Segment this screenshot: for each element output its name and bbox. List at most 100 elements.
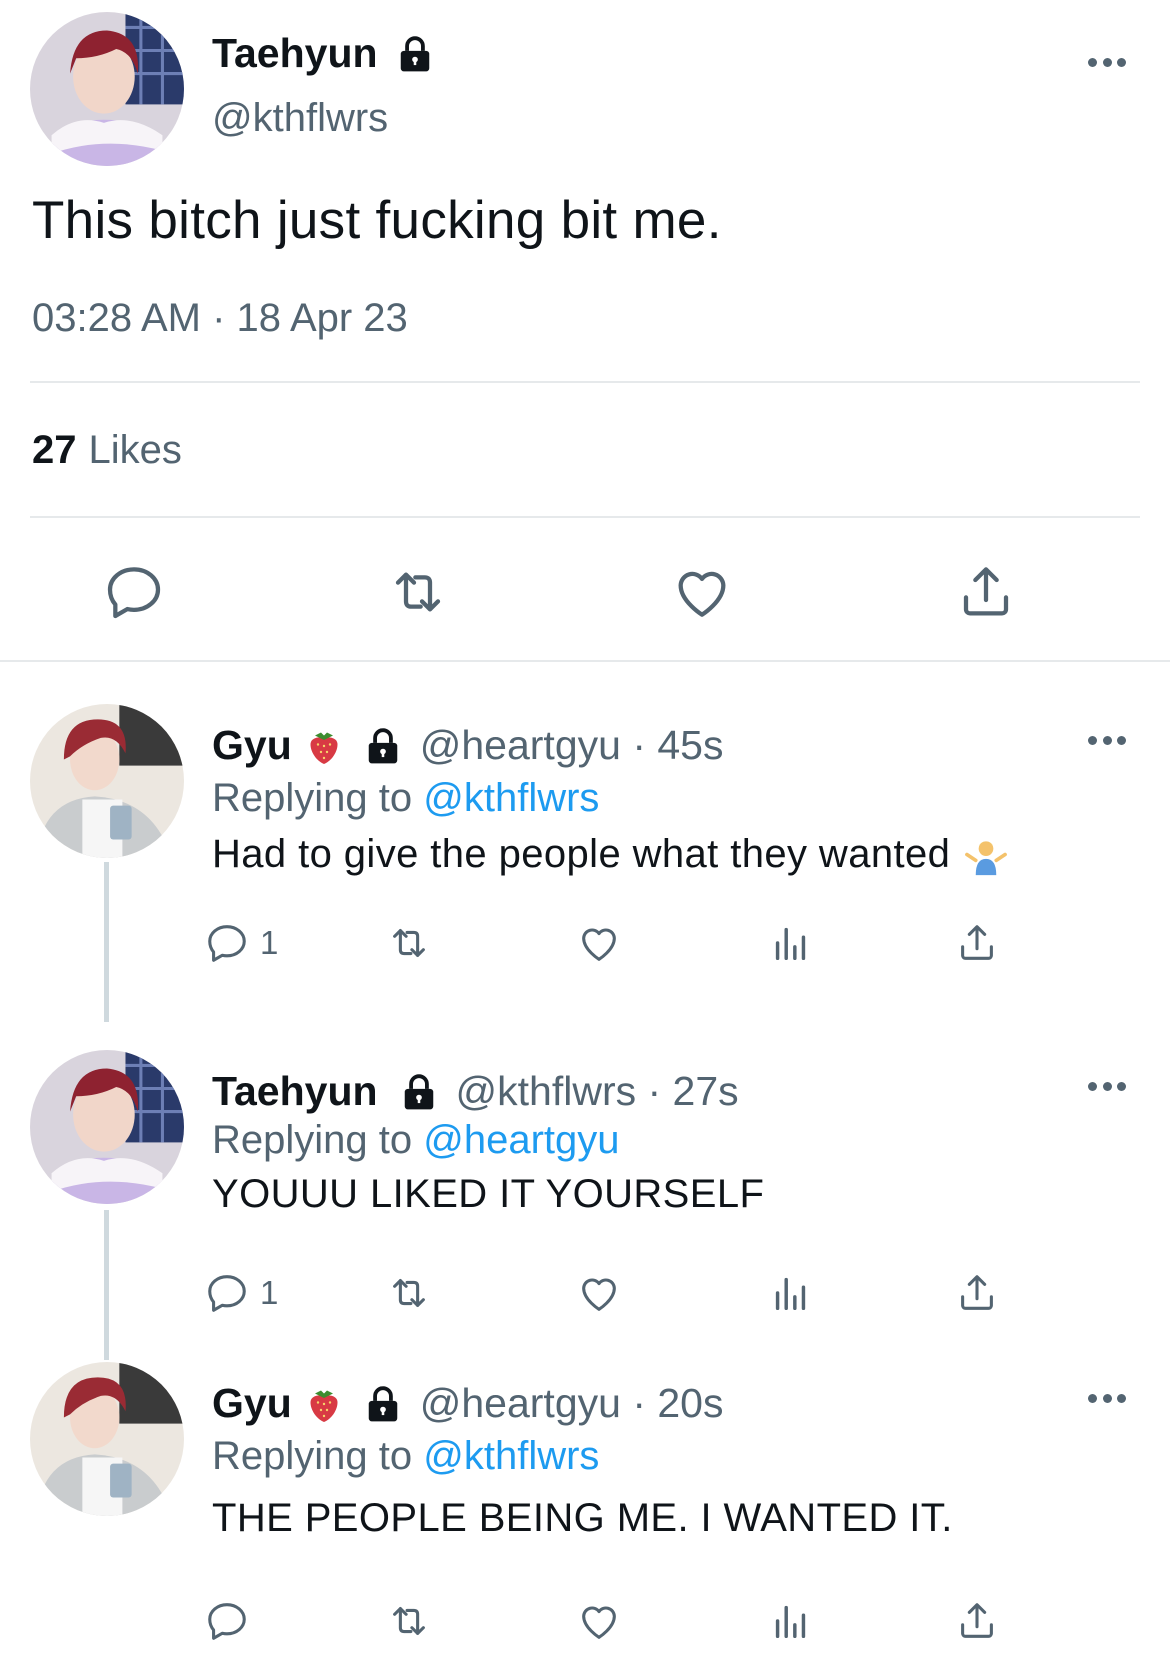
retweet-icon: [393, 929, 425, 957]
share-button[interactable]: [954, 1596, 1000, 1646]
lock-icon: [364, 1385, 402, 1423]
reply-icon: [208, 1275, 246, 1312]
share-icon: [961, 1603, 993, 1638]
mention-link[interactable]: @heartgyu: [423, 1118, 619, 1162]
reply-header: Gyu @heartgyu · 45s: [212, 722, 723, 769]
reply-header: Gyu @heartgyu · 20s: [212, 1380, 723, 1427]
lock-icon: [400, 1073, 438, 1111]
share-button[interactable]: [954, 1268, 1000, 1318]
author-name-row: Taehyun: [212, 30, 434, 77]
analytics-button[interactable]: [768, 918, 814, 968]
strawberry-icon: [306, 1384, 342, 1424]
share-button[interactable]: [954, 918, 1000, 968]
avatar-photo: [30, 704, 184, 858]
author-name[interactable]: Gyu: [212, 722, 292, 769]
reply-count: 1: [260, 1274, 279, 1311]
reply-count: 1: [260, 924, 279, 961]
more-options-icon[interactable]: [1088, 1080, 1126, 1092]
analytics-icon: [775, 1605, 806, 1639]
reply-text-row: Had to give the people what they wanted: [212, 832, 1008, 877]
reply-icon: [208, 1603, 246, 1640]
avatar-photo: [30, 1362, 184, 1516]
author-handle-time[interactable]: @kthflwrs · 27s: [456, 1068, 739, 1115]
replying-to: Replying to @kthflwrs: [212, 1434, 599, 1479]
strawberry-icon: [306, 726, 342, 766]
avatar[interactable]: [30, 704, 184, 858]
author-handle[interactable]: @kthflwrs: [212, 96, 388, 141]
like-button[interactable]: [576, 1268, 622, 1318]
author-name[interactable]: Taehyun: [212, 1068, 378, 1115]
reply-tweet[interactable]: Gyu @heartgyu · 45s Replying to @kthflwr…: [0, 704, 1170, 994]
divider: [30, 516, 1140, 518]
replying-to-prefix: Replying to: [212, 1118, 424, 1162]
likes-label: Likes: [88, 428, 182, 472]
tweet-timestamp[interactable]: 03:28 AM · 18 Apr 23: [32, 296, 408, 341]
share-icon: [963, 567, 1009, 616]
analytics-icon: [775, 927, 806, 961]
mention-link[interactable]: @kthflwrs: [423, 776, 599, 820]
author-handle-time[interactable]: @heartgyu · 20s: [420, 1380, 724, 1427]
heart-icon: [582, 1606, 616, 1639]
analytics-icon: [775, 1277, 806, 1311]
heart-icon: [582, 928, 616, 961]
retweet-button[interactable]: [386, 1268, 432, 1318]
more-options-icon[interactable]: [1088, 734, 1126, 746]
retweet-button[interactable]: [386, 918, 432, 968]
reply-text: THE PEOPLE BEING ME. I WANTED IT.: [212, 1496, 953, 1540]
avatar[interactable]: [30, 1362, 184, 1516]
reply-icon: [107, 567, 161, 619]
retweet-icon: [395, 572, 441, 612]
more-options-icon[interactable]: [1088, 1392, 1126, 1404]
reply-actions: 1: [0, 918, 1170, 968]
reply-button[interactable]: 1: [204, 918, 278, 968]
reply-actions: 1: [0, 1268, 1170, 1318]
share-icon: [961, 925, 993, 960]
reply-tweet[interactable]: Taehyun @kthflwrs · 27s Replying to @hea…: [0, 1050, 1170, 1340]
replying-to: Replying to @heartgyu: [212, 1118, 620, 1163]
tweet-thread-page: Taehyun @kthflwrs This bitch just fuckin…: [0, 0, 1170, 1659]
mention-link[interactable]: @kthflwrs: [423, 1434, 599, 1478]
analytics-button[interactable]: [768, 1268, 814, 1318]
avatar[interactable]: [30, 12, 184, 166]
like-button[interactable]: [670, 560, 734, 624]
divider: [30, 381, 1140, 383]
author-name[interactable]: Taehyun: [212, 30, 378, 77]
reply-header: Taehyun @kthflwrs · 27s: [212, 1068, 739, 1115]
avatar-photo: [30, 1050, 184, 1204]
divider: [0, 660, 1170, 662]
avatar-photo: [30, 12, 184, 166]
share-button[interactable]: [954, 560, 1018, 624]
reply-button[interactable]: 1: [204, 1268, 278, 1318]
reply-text: Had to give the people what they wanted: [212, 832, 951, 876]
avatar[interactable]: [30, 1050, 184, 1204]
lock-icon: [364, 727, 402, 765]
likes-stat[interactable]: 27 Likes: [32, 428, 182, 473]
lock-icon: [396, 35, 434, 73]
retweet-button[interactable]: [386, 560, 450, 624]
like-button[interactable]: [576, 1596, 622, 1646]
reply-button[interactable]: [204, 1596, 260, 1646]
more-options-icon[interactable]: [1088, 56, 1126, 68]
author-name[interactable]: Gyu: [212, 1380, 292, 1427]
person-shrugging-icon: [964, 836, 1008, 876]
analytics-button[interactable]: [768, 1596, 814, 1646]
like-button[interactable]: [576, 918, 622, 968]
retweet-icon: [393, 1607, 425, 1635]
reply-button[interactable]: [102, 560, 166, 624]
retweet-icon: [393, 1279, 425, 1307]
reply-icon: [208, 925, 246, 962]
reply-tweet[interactable]: Gyu @heartgyu · 20s Replying to @kthflwr…: [0, 1362, 1170, 1659]
replying-to: Replying to @kthflwrs: [212, 776, 599, 821]
share-icon: [961, 1275, 993, 1310]
reply-text: YOUUU LIKED IT YOURSELF: [212, 1172, 765, 1216]
tweet-actions: [0, 560, 1170, 624]
replying-to-prefix: Replying to: [212, 776, 424, 820]
heart-icon: [678, 571, 726, 617]
reply-actions: [0, 1596, 1170, 1646]
author-handle-time[interactable]: @heartgyu · 45s: [420, 722, 724, 769]
replying-to-prefix: Replying to: [212, 1434, 424, 1478]
retweet-button[interactable]: [386, 1596, 432, 1646]
heart-icon: [582, 1278, 616, 1311]
tweet-text: This bitch just fucking bit me.: [32, 191, 722, 250]
likes-count: 27: [32, 428, 77, 472]
